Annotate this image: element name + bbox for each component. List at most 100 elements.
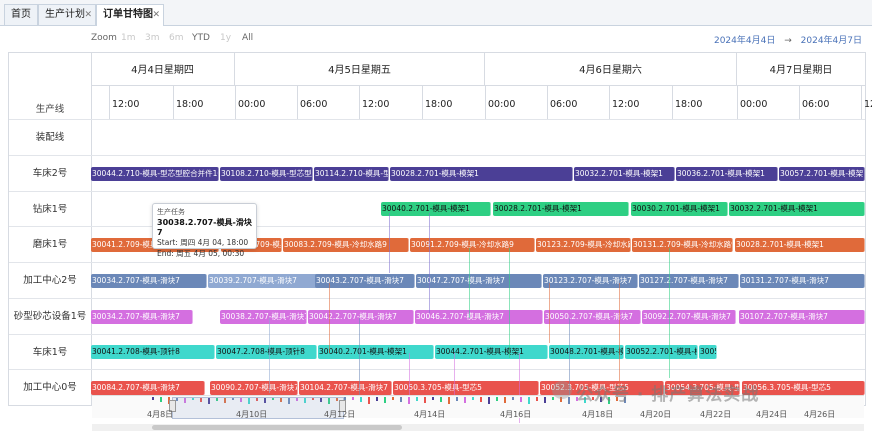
hour-header: 12:00 [109,86,139,119]
dependency-line [619,283,620,393]
gantt-row: 钻床1号 30040.2.701-模具-模架1 30028.2.701-模具-模架1… [9,190,865,228]
gantt-chart: 生产线 4月4日星期四 4月5日星期五 4月6日星期六 4月7日星期日 12:0… [8,52,872,423]
navigator-series-mark [392,397,394,400]
navigator-series-mark [568,397,570,404]
tab-home[interactable]: 首页 [4,4,38,25]
task-bar[interactable]: 30040.2.701-模具-模架1 [381,202,491,217]
dependency-line [329,283,330,353]
task-bar[interactable]: 30127.2.707-模具-滑块7 [639,273,739,288]
task-bar[interactable]: 30043.2.707-模具-滑块7 [315,273,415,288]
zoom-ytd-button[interactable]: YTD [192,33,210,43]
range-selector: Zoom 1m 3m 6m YTD 1y All 2024年4月4日 → 202… [0,26,872,50]
navigator-series-mark [160,397,162,402]
task-bar[interactable]: 30047.2.708-模具-顶针8 [216,345,317,360]
tooltip-task-name: 30038.2.707-模具-滑块7 [157,218,252,237]
zoom-3m-button[interactable]: 3m [145,33,160,43]
dependency-line [669,248,670,378]
task-bar[interactable]: 30123.2.707-模具-滑块7 [543,273,638,288]
navigator-series-mark [488,397,490,404]
gantt-row: 装配线 [9,119,865,156]
task-bar[interactable]: 30114.2.710-模具-型芯型腔合并件10 [314,166,389,181]
zoom-all-button[interactable]: All [242,33,253,43]
navigator-series-mark [552,397,554,400]
task-bar[interactable]: 30036.2.701-模具-模架1 [676,166,778,181]
task-bar[interactable]: 30028.2.701-模具-模架1 [735,238,865,253]
navigator-series-mark [448,397,450,404]
hour-header: 12:00 [609,86,639,119]
task-bar[interactable]: 30131.2.709-模具-冷却水路9 [632,238,733,253]
task-bar[interactable]: 30056.2.701-模具-模架1 [699,345,717,360]
row-label: 钻床1号 [32,203,68,215]
gantt-row: 磨床1号30041.2.709-模具-冷却水路930073.2.709-模具-冷… [9,226,865,263]
task-bar[interactable]: 30083.2.709-模具-冷却水路9 [283,238,409,253]
task-bar[interactable]: 30048.2.701-模具-模架1 [549,345,624,360]
dependency-line [469,248,470,318]
row-label: 砂型砂芯设备1号 [13,310,87,322]
zoom-6m-button[interactable]: 6m [169,33,184,43]
navigator-series-mark [464,397,466,403]
task-bar[interactable]: 30052.2.701-模具-模架1 [625,345,698,360]
zoom-1y-button[interactable]: 1y [220,33,231,43]
zoom-1m-button[interactable]: 1m [121,33,136,43]
navigator-date-label: 4月26日 [804,410,836,419]
task-bar[interactable]: 30092.2.707-模具-滑块7 [642,309,736,324]
tab-order-gantt[interactable]: 订单甘特图 ✕ [96,4,164,26]
task-bar[interactable]: 30032.2.701-模具-模架1 [729,202,865,217]
navigator-series-mark [520,397,522,402]
task-bar[interactable]: 30104.2.707-模具-滑块7 [299,381,392,396]
task-bar[interactable]: 30047.2.707-模具-滑块7 [416,273,542,288]
navigator-series-mark [368,397,370,404]
close-icon[interactable]: ✕ [84,5,92,25]
zoom-label: Zoom [91,33,117,43]
range-from-input[interactable]: 2024年4月4日 [714,36,775,46]
navigator-date-label: 4月12日 [324,410,356,419]
hour-header: 18:00 [672,86,702,119]
gantt-row: 车床1号 30041.2.708-模具-顶针8 30047.2.708-模具-顶针8… [9,333,865,371]
task-bar[interactable]: 30040.2.701-模具-模架1 [318,345,434,360]
close-icon[interactable]: ✕ [152,5,160,25]
task-bar[interactable]: 30042.2.707-模具-滑块7 [308,309,414,324]
task-bar[interactable]: 30090.2.707-模具-滑块7 [210,381,298,396]
task-bar[interactable]: 30044.2.701-模具-模架1 [435,345,548,360]
task-bar[interactable]: 30046.2.707-模具-滑块7 [415,309,543,324]
task-bar[interactable]: 30050.3.705-模具-型芯5 [393,381,539,396]
navigator-series-mark [408,397,410,404]
dependency-line [429,213,430,313]
task-bar[interactable]: 30123.2.709-模具-冷却水路9 [536,238,631,253]
task-bar[interactable]: 30108.2.710-模具-型芯型腔合并件10 [220,166,313,181]
tab-production-plan[interactable]: 生产计划 ✕ [38,4,96,25]
tab-home-label: 首页 [11,9,31,20]
task-bar[interactable]: 30032.2.701-模具-模架1 [574,166,675,181]
row-header-title: 生产线 [35,104,65,115]
task-bar[interactable]: 30044.2.710-模具-型芯型腔合并件10 [91,166,219,181]
task-bar[interactable]: 30028.2.701-模具-模架1 [390,166,573,181]
task-bar[interactable]: 30028.2.701-模具-模架1 [493,202,629,217]
timeline-header: 生产线 4月4日星期四 4月5日星期五 4月6日星期六 4月7日星期日 12:0… [9,53,872,120]
scrollbar[interactable] [92,424,864,431]
navigator-series-mark [536,397,538,401]
row-label: 磨床1号 [32,239,68,251]
task-bar[interactable]: 30131.2.707-模具-滑块7 [740,273,865,288]
task-bar[interactable]: 30041.2.708-模具-顶针8 [91,345,215,360]
task-bar[interactable]: 30034.2.707-模具-滑块7 [91,309,193,324]
task-bar[interactable]: 30084.2.707-模具-滑块7 [91,381,205,396]
range-to-input[interactable]: 2024年4月7日 [801,36,862,46]
navigator-series-mark [152,397,154,400]
hour-header: 06:00 [547,86,577,119]
task-bar[interactable]: 30057.2.701-模具-模架1 [779,166,865,181]
gantt-row: 砂型砂芯设备1号 30034.2.707-模具-滑块7 30038.2.707-模具… [9,297,865,335]
task-tooltip: 生产任务 30038.2.707-模具-滑块7 Start: 周四 4月 04,… [152,203,257,258]
row-label: 车床1号 [32,346,68,358]
hour-header: 00:00 [235,86,265,119]
navigator-series-mark [384,397,386,403]
task-bar[interactable]: 30056.3.705-模具-型芯5 [742,381,865,396]
task-bar[interactable]: 30038.2.707-模具-滑块7 [220,309,307,324]
scrollbar-thumb[interactable] [152,425,402,430]
task-bar[interactable]: 30030.2.701-模具-模架1 [631,202,728,217]
task-bar[interactable]: 30034.2.707-模具-滑块7 [91,273,207,288]
navigator-series-mark [352,397,354,400]
navigator-date-label: 4月20日 [640,410,672,419]
task-bar[interactable]: 30050.2.707-模具-滑块7 [544,309,641,324]
task-bar[interactable]: 30107.2.707-模具-滑块7 [739,309,865,324]
gantt-row: 加工中心2号 30034.2.707-模具-滑块7 30039.2.707-模具-滑… [9,262,865,299]
